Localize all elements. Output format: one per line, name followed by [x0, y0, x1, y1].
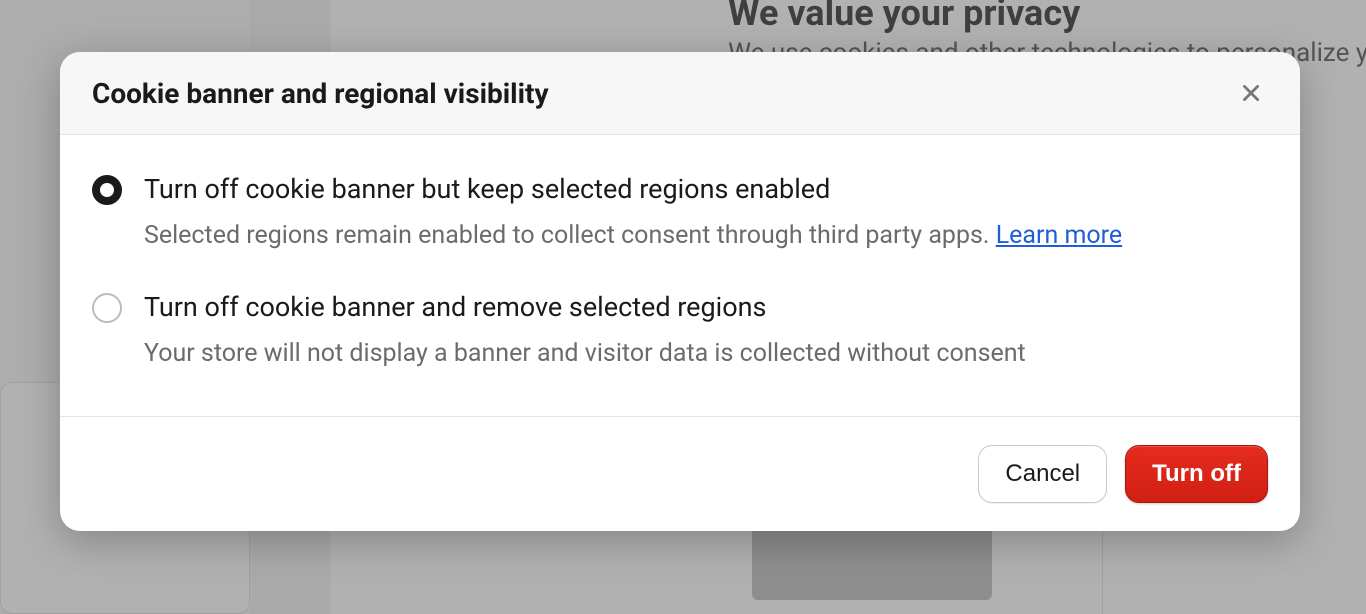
option-label: Turn off cookie banner but keep selected… [144, 173, 1268, 205]
modal-title: Cookie banner and regional visibility [92, 77, 549, 110]
turn-off-button[interactable]: Turn off [1125, 445, 1268, 503]
option-keep-regions[interactable]: Turn off cookie banner but keep selected… [92, 173, 1268, 255]
learn-more-link[interactable]: Learn more [996, 221, 1122, 250]
option-label: Turn off cookie banner and remove select… [144, 291, 1268, 323]
radio-unselected[interactable] [92, 293, 122, 323]
modal-header: Cookie banner and regional visibility [60, 52, 1300, 135]
close-icon [1240, 82, 1262, 104]
option-description: Your store will not display a banner and… [144, 335, 1268, 373]
modal-body: Turn off cookie banner but keep selected… [60, 135, 1300, 416]
option-remove-regions[interactable]: Turn off cookie banner and remove select… [92, 291, 1268, 373]
close-button[interactable] [1234, 76, 1268, 110]
cancel-button[interactable]: Cancel [978, 445, 1107, 503]
cookie-banner-modal: Cookie banner and regional visibility Tu… [60, 52, 1300, 531]
option-content: Turn off cookie banner and remove select… [144, 291, 1268, 373]
radio-selected[interactable] [92, 175, 122, 205]
option-content: Turn off cookie banner but keep selected… [144, 173, 1268, 255]
option-description: Selected regions remain enabled to colle… [144, 217, 1268, 255]
modal-footer: Cancel Turn off [60, 416, 1300, 531]
